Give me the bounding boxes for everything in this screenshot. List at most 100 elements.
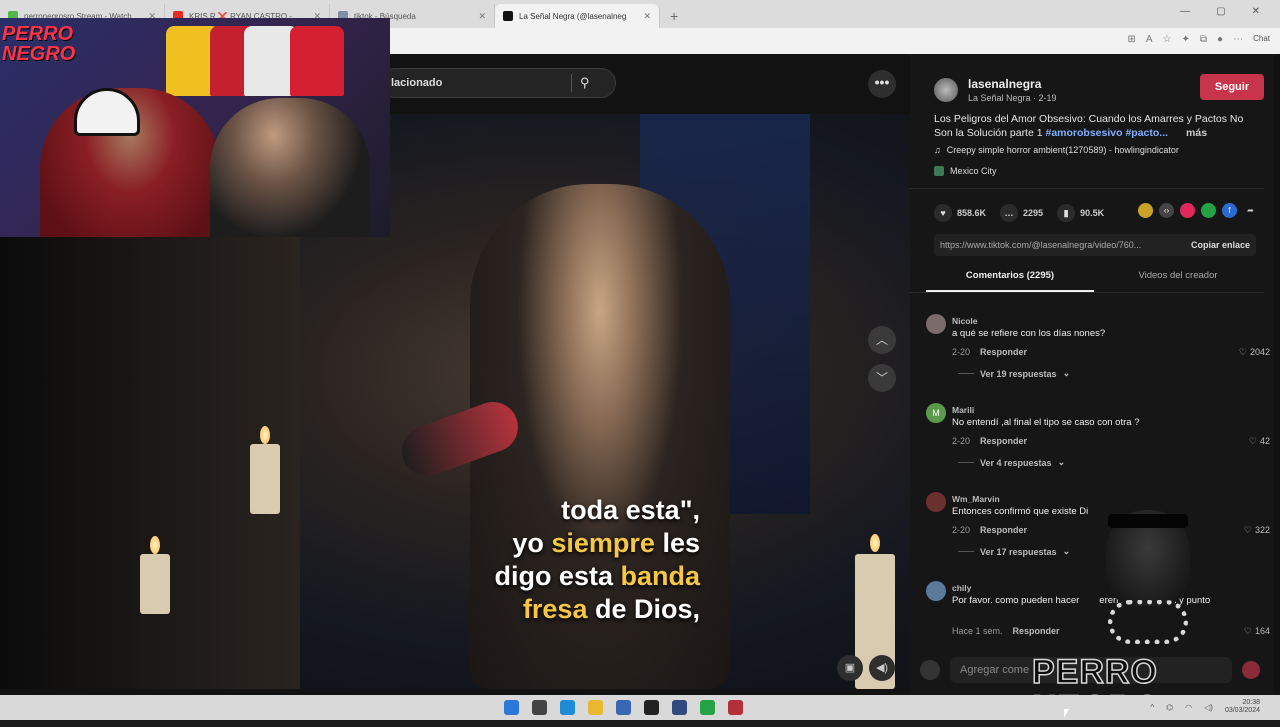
avatar[interactable] — [926, 492, 946, 512]
obs-icon[interactable] — [728, 700, 743, 715]
reply-button[interactable]: Responder — [1013, 626, 1060, 636]
collections-icon[interactable]: ⧉ — [1200, 34, 1207, 45]
view-replies-label: Ver 4 respuestas — [980, 457, 1052, 468]
next-video-button[interactable]: ﹀ — [868, 364, 896, 392]
dropbox-icon[interactable] — [644, 700, 659, 715]
view-replies[interactable]: Ver 19 respuestas ⌄ — [958, 368, 1070, 379]
more-link[interactable]: más — [1186, 127, 1207, 139]
send-icon[interactable] — [1180, 203, 1195, 218]
avatar[interactable] — [926, 581, 946, 601]
embed-icon[interactable]: ‹› — [1159, 203, 1174, 218]
windows-taskbar: ^ ⌬ ◠ ◁) 20:38 03/03/2024 — [0, 695, 1280, 720]
reply-button[interactable]: Responder — [980, 525, 1027, 535]
reply-button[interactable]: Responder — [980, 436, 1027, 446]
save-stat[interactable]: ▮ 90.5K — [1057, 204, 1104, 222]
comment-date: 2-20 — [952, 525, 971, 535]
browser-tab-tiktok[interactable]: La Señal Negra (@lasenalneg ✕ — [495, 4, 660, 28]
more-options-button[interactable]: ••• — [868, 70, 896, 98]
minimize-icon[interactable]: — — [1180, 6, 1190, 22]
translate-icon[interactable]: A — [1146, 34, 1153, 45]
facebook-icon[interactable]: f — [1222, 203, 1237, 218]
repost-icon[interactable] — [1138, 203, 1153, 218]
video-details-panel: lasenalnegra La Señal Negra · 2-19 Segui… — [910, 54, 1274, 695]
search-input[interactable] — [381, 77, 571, 89]
tab-comments[interactable]: Comentarios (2295) — [926, 268, 1094, 292]
author-username[interactable]: lasenalnegra — [968, 77, 1057, 91]
candle-flame — [260, 426, 270, 444]
new-tab-button[interactable]: + — [660, 8, 688, 28]
extensions-icon[interactable]: ⊞ — [1127, 34, 1135, 45]
dog-mascot-overlay — [1094, 502, 1202, 652]
candle — [250, 444, 280, 514]
like-stat[interactable]: ♥ 858.6K — [934, 204, 986, 222]
save-count: 90.5K — [1080, 208, 1105, 218]
app-icon[interactable] — [672, 700, 687, 715]
maximize-icon[interactable]: ▢ — [1216, 6, 1225, 22]
comment-date: Hace 1 sem. — [952, 626, 1003, 636]
avatar[interactable] — [926, 314, 946, 334]
reply-button[interactable]: Responder — [980, 347, 1027, 357]
chevron-up-icon[interactable]: ^ — [1150, 703, 1154, 712]
taskview-icon[interactable] — [532, 700, 547, 715]
view-replies[interactable]: Ver 4 respuestas ⌄ — [958, 457, 1065, 468]
view-replies[interactable]: Ver 17 respuestas ⌄ — [958, 546, 1070, 557]
music-icon: ♫ — [934, 145, 941, 155]
comment-like[interactable]: ♡ 42 — [1249, 436, 1270, 447]
avatar[interactable] — [934, 78, 958, 102]
wifi-icon[interactable]: ◠ — [1185, 703, 1192, 712]
jersey — [290, 26, 344, 96]
heart-icon: ♡ — [1243, 626, 1252, 636]
copy-link-button[interactable]: Copiar enlace — [1191, 240, 1250, 250]
previous-video-button[interactable]: ︿ — [868, 326, 896, 354]
puzzle-icon[interactable]: ✦ — [1182, 34, 1190, 45]
close-icon[interactable]: ✕ — [643, 11, 651, 22]
close-icon[interactable]: ✕ — [478, 11, 486, 22]
folder-icon[interactable] — [588, 700, 603, 715]
avatar[interactable]: M — [926, 403, 946, 423]
comment-author[interactable]: Nicole — [952, 316, 978, 326]
comment-meta: 2-20 Responder — [952, 347, 1027, 357]
clock[interactable]: 20:38 03/03/2024 — [1225, 699, 1260, 715]
search-bar: ⚲ — [380, 68, 616, 98]
share-icon[interactable]: ➦ — [1243, 203, 1258, 218]
start-icon[interactable] — [504, 700, 519, 715]
comment-like[interactable]: ♡ 322 — [1244, 525, 1270, 536]
speaker-icon[interactable]: ◁) — [1204, 703, 1213, 712]
menu-icon[interactable]: ⋯ — [1233, 34, 1243, 45]
bookmark-icon: ▮ — [1057, 204, 1076, 222]
comment-like[interactable]: ♡ 164 — [1244, 626, 1270, 637]
comment-date: 2-20 — [952, 436, 971, 446]
network-icon[interactable]: ⌬ — [1166, 703, 1173, 712]
divider — [910, 188, 1264, 189]
store-icon[interactable] — [616, 700, 631, 715]
whatsapp-icon[interactable] — [1201, 203, 1216, 218]
favorite-icon[interactable]: ☆ — [1163, 34, 1172, 45]
chevron-down-icon: ⌄ — [1062, 546, 1071, 556]
hashtag-link[interactable]: #amorobsesivo #pacto... — [1046, 127, 1169, 139]
heart-icon: ♡ — [1243, 525, 1252, 535]
comment-author[interactable]: Wm_Marvin — [952, 494, 1000, 504]
search-icon[interactable]: ⚲ — [580, 75, 590, 91]
comment-stat[interactable]: … 2295 — [1000, 204, 1043, 222]
tab-creator-videos[interactable]: Videos del creador — [1094, 268, 1262, 292]
heart-icon: ♡ — [1238, 347, 1247, 357]
copilot-chat-button[interactable]: Chat — [1253, 34, 1270, 45]
pip-icon[interactable]: ▣ — [837, 655, 863, 681]
comment-author[interactable]: Marili — [952, 405, 974, 415]
edge-icon[interactable] — [560, 700, 575, 715]
clock-time: 20:38 — [1242, 699, 1260, 706]
whatsapp-icon[interactable] — [700, 700, 715, 715]
candle-flame — [870, 534, 880, 552]
close-window-icon[interactable]: ✕ — [1252, 6, 1260, 22]
volume-icon[interactable]: ◀) — [869, 655, 895, 681]
comment-item: M Marili No entendí ,al final el tipo se… — [926, 395, 1270, 484]
follow-button[interactable]: Seguir — [1200, 74, 1264, 100]
video-url: https://www.tiktok.com/@lasenalnegra/vid… — [940, 240, 1142, 250]
location-info[interactable]: Mexico City — [934, 166, 997, 176]
share-buttons: ‹› f ➦ — [1138, 203, 1258, 218]
comment-like[interactable]: ♡ 2042 — [1239, 347, 1270, 358]
music-info[interactable]: ♫ Creepy simple horror ambient(1270589) … — [934, 145, 1179, 155]
profile-icon[interactable]: ● — [1217, 34, 1223, 45]
candle-flame — [150, 536, 160, 554]
comment-author[interactable]: chily — [952, 583, 971, 593]
